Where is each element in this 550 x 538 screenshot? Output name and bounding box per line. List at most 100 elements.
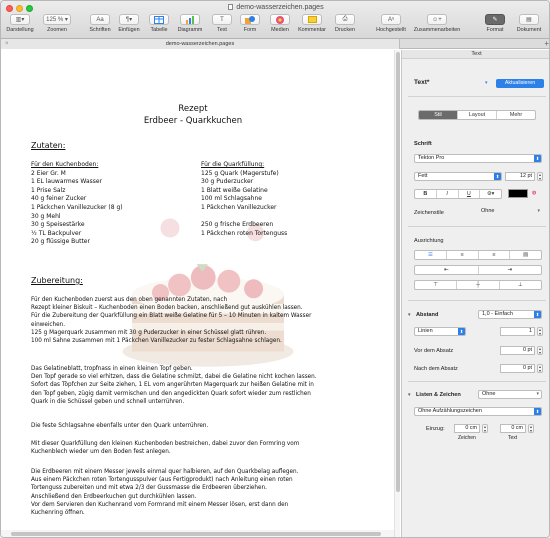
schriften-button[interactable]: Aa Schriften [87,14,113,36]
ingredient-line: 40 g feiner Zucker [31,195,87,203]
space-before-field[interactable]: 0 pt [500,346,535,355]
document-title: Rezept [178,104,208,114]
text-indent-field[interactable]: 0 cm [500,424,526,433]
tab-document[interactable]: × demo-wasserzeichen.pages [1,39,400,49]
space-before-stepper[interactable]: ▴ ▾ [537,346,543,355]
textbox-icon: T [212,14,232,25]
document-icon: ▤ [519,14,539,25]
chevron-down-icon[interactable]: ▾ [485,80,488,86]
font-family-select[interactable]: Tekton Pro ⬍ [414,154,542,163]
update-style-button[interactable]: Aktualisieren [496,79,544,88]
horizontal-scroll-thumb[interactable] [11,532,381,536]
ingredient-line: 1 Päckchen Vanillezucker [201,203,277,211]
align-center-icon[interactable]: ≡ [447,251,479,259]
drucken-button[interactable]: ⎙ Drucken [332,14,358,36]
chevron-down-icon: ▾ [537,208,540,214]
horizontal-scrollbar[interactable] [1,530,394,537]
divider [408,96,546,97]
ingredient-line: 1 Prise Salz [31,186,66,194]
chart-icon [180,14,200,25]
ingredient-line: 20 g flüssige Butter [31,238,90,246]
vertical-scrollbar[interactable] [394,50,400,537]
fonts-icon: Aa [90,14,110,25]
tab-mehr[interactable]: Mehr [497,111,535,119]
diagramm-button[interactable]: Diagramm [175,14,205,36]
divider [408,381,546,382]
align-right-icon[interactable]: ≡ [479,251,511,259]
font-style-select[interactable]: Fett ⬍ [414,172,502,181]
disclosure-triangle-icon[interactable]: ▾ [408,392,411,398]
ingredient-line: ½ TL Backpulver [31,229,82,237]
lines-stepper[interactable]: ▴ ▾ [537,327,543,336]
add-tab-icon[interactable]: + [544,39,549,48]
alignment-buttons: ☰ ≡ ≡ ▤ [414,250,542,260]
text-button[interactable]: T Text [211,14,233,36]
disclosure-triangle-icon[interactable]: ▾ [408,312,411,318]
chevron-up-down-icon: ⬍ [534,408,541,415]
spacing-unit-select[interactable]: Linien ⬍ [414,327,466,336]
space-after-stepper[interactable]: ▴ ▾ [537,364,543,373]
align-middle-icon[interactable]: ┼ [457,281,500,289]
italic-button[interactable]: I [437,190,459,198]
bold-button[interactable]: B [415,190,437,198]
list-style-select[interactable]: Ohne ▾ [478,390,542,399]
indent-caption: Zeichen [458,435,476,441]
medien-button[interactable]: Medien [267,14,293,36]
tab-layout[interactable]: Layout [458,111,497,119]
tab-stil[interactable]: Stil [419,111,458,119]
ingredient-line: 1 Päckchen Vanillezucker (8 g) [31,203,123,211]
einfuegen-button[interactable]: ¶▾ Einfügen [116,14,142,36]
text-indent-stepper[interactable]: ▴ ▾ [528,424,534,433]
increase-indent-icon[interactable]: ⇥ [479,266,542,274]
font-size-field[interactable]: 12 pt [505,172,535,181]
indent-stepper[interactable]: ▴ ▾ [482,424,488,433]
paragraph: Für den Kuchenboden zuerst aus den oben … [31,297,312,345]
lines-field[interactable]: 1 [500,327,535,336]
line-spacing-select[interactable]: 1,0 - Einfach ⬍ [478,310,542,319]
align-bottom-icon[interactable]: ⊥ [500,281,541,289]
align-justify-icon[interactable]: ▤ [510,251,541,259]
document-page[interactable]: Rezept Erdbeer - Quarkkuchen Zutaten: Fü… [23,50,393,537]
ingredients-right-heading: Für die Quarkfüllung: [201,161,265,168]
zoom-value: 125 % ▾ [43,14,71,25]
indent-field[interactable]: 0 cm [454,424,480,433]
paragraph: Das Gelatineblatt, tropfnass in einen kl… [31,366,317,405]
decrease-indent-icon[interactable]: ⇤ [415,266,479,274]
document-canvas[interactable]: Rezept Erdbeer - Quarkkuchen Zutaten: Fü… [1,50,400,537]
dokument-button[interactable]: ▤ Dokument [513,14,545,36]
space-after-field[interactable]: 0 pt [500,364,535,373]
ingredient-line: 2 Eier Gr. M [31,169,66,177]
align-top-icon[interactable]: ⊤ [415,281,458,289]
paragraph: Mit dieser Quarkfüllung den kleinen Kuch… [31,441,300,456]
format-button[interactable]: ✎ Format [483,14,507,36]
ausrichtung-label: Ausrichtung [414,238,444,244]
text-style-buttons: B I U ⚙▾ [414,189,502,199]
font-size-stepper[interactable]: ▴ ▾ [537,172,543,181]
chevron-up-down-icon: ⬍ [534,155,541,162]
bullet-select[interactable]: Ohne Aufzählungszeichen ⬍ [414,407,542,416]
chevron-up-down-icon: ⬍ [534,311,541,318]
form-button[interactable]: Form [239,14,261,36]
text-color-well[interactable] [508,189,528,198]
printer-icon: ⎙ [335,14,355,25]
ingredient-line [201,213,287,222]
zoom-select[interactable]: 125 % ▾ Zoomen [41,14,73,36]
ingredients-left-heading: Für den Kuchenboden: [31,161,99,168]
kommentar-button[interactable]: Kommentar [297,14,327,36]
tabelle-button[interactable]: Tabelle [146,14,172,36]
gear-icon[interactable]: ⚙▾ [480,190,501,198]
vertical-scroll-thumb[interactable] [396,52,400,492]
close-tab-icon[interactable]: × [5,39,9,49]
color-wheel-icon[interactable]: ◍ [532,190,536,196]
ingredient-line: 30 g Puderzucker [201,178,254,186]
underline-button[interactable]: U [459,190,481,198]
hochgestellt-button[interactable]: Aˢ Hochgestellt [373,14,409,36]
character-style-select[interactable]: Ohne ▾ [478,208,542,217]
paragraph-style-name[interactable]: Text* [414,79,429,86]
zusammenarbeiten-button[interactable]: ☺+ Zusammenarbeiten [412,14,462,36]
table-icon [149,14,169,25]
paragraph: Die Erdbeeren mit einem Messer jeweils e… [31,469,299,517]
darstellung-button[interactable]: ▥▾ Darstellung [5,14,35,36]
align-left-icon[interactable]: ☰ [415,251,447,259]
toolbar: demo-wasserzeichen.pages ▥▾ Darstellung … [1,1,549,39]
